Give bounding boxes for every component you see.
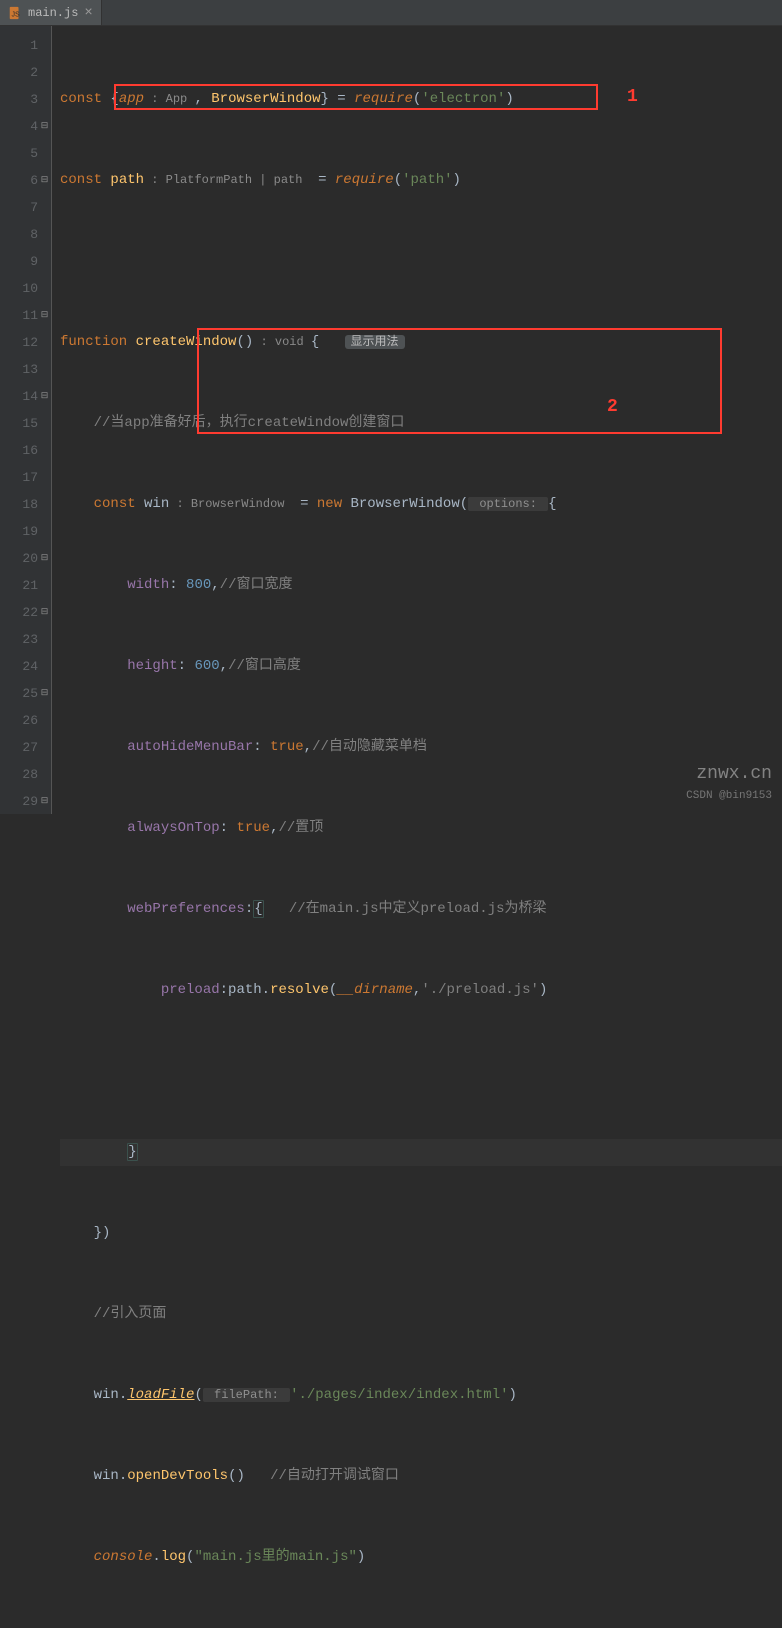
fold-toggle-icon[interactable]: ⊟ (38, 383, 51, 410)
line-number: 18 (0, 491, 38, 518)
fold-gutter: ⊟ ⊟ ⊟ ⊟ ⊟ ⊟ ⊟ ⊟ (38, 26, 52, 814)
line-number: 1 (0, 32, 38, 59)
line-number: 23 (0, 626, 38, 653)
file-tab[interactable]: JS main.js × (0, 0, 102, 25)
line-number: 15 (0, 410, 38, 437)
current-line: } (60, 1139, 782, 1166)
line-number: 8 (0, 221, 38, 248)
fold-toggle-icon[interactable]: ⊟ (38, 545, 51, 572)
line-number: 20 (0, 545, 38, 572)
line-number: 13 (0, 356, 38, 383)
usage-hint-button[interactable]: 显示用法 (345, 335, 405, 349)
line-number: 9 (0, 248, 38, 275)
line-number: 12 (0, 329, 38, 356)
watermark-logo: znwx.cn (696, 764, 772, 784)
line-number: 4 (0, 113, 38, 140)
line-number: 22 (0, 599, 38, 626)
code-area[interactable]: const {app : App , BrowserWindow} = requ… (52, 26, 782, 814)
annotation-label-1: 1 (627, 84, 638, 111)
fold-toggle-icon[interactable]: ⊟ (38, 302, 51, 329)
line-number-gutter: 1234567891011121314151617181920212223242… (0, 26, 38, 814)
line-number: 21 (0, 572, 38, 599)
fold-toggle-icon[interactable]: ⊟ (38, 113, 51, 140)
line-number: 7 (0, 194, 38, 221)
svg-text:JS: JS (12, 11, 21, 18)
line-number: 17 (0, 464, 38, 491)
line-number: 6 (0, 167, 38, 194)
line-number: 11 (0, 302, 38, 329)
line-number: 3 (0, 86, 38, 113)
tab-bar: JS main.js × (0, 0, 782, 26)
line-number: 27 (0, 734, 38, 761)
line-number: 14 (0, 383, 38, 410)
editor-area: 1234567891011121314151617181920212223242… (0, 26, 782, 814)
annotation-label-2: 2 (607, 394, 618, 421)
line-number: 24 (0, 653, 38, 680)
line-number: 19 (0, 518, 38, 545)
line-number: 29 (0, 788, 38, 815)
line-number: 5 (0, 140, 38, 167)
line-number: 28 (0, 761, 38, 788)
watermark-credit: CSDN @bin9153 (686, 790, 772, 802)
tab-close-icon[interactable]: × (84, 6, 92, 20)
line-number: 16 (0, 437, 38, 464)
tab-label: main.js (28, 6, 78, 20)
line-number: 2 (0, 59, 38, 86)
line-number: 25 (0, 680, 38, 707)
fold-toggle-icon[interactable]: ⊟ (38, 680, 51, 707)
js-file-icon: JS (8, 6, 22, 20)
fold-toggle-icon[interactable]: ⊟ (38, 788, 51, 815)
fold-toggle-icon[interactable]: ⊟ (38, 167, 51, 194)
fold-toggle-icon[interactable]: ⊟ (38, 599, 51, 626)
line-number: 10 (0, 275, 38, 302)
line-number: 26 (0, 707, 38, 734)
